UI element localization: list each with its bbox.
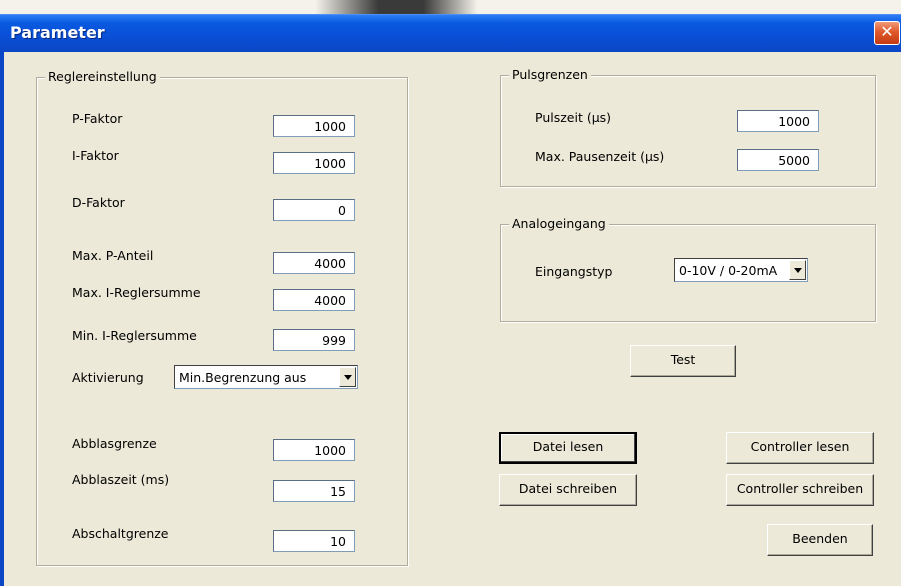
aktivierung-label: Aktivierung — [72, 370, 144, 385]
abblasgrenze-label: Abblasgrenze — [72, 436, 157, 451]
controller-schreiben-button[interactable]: Controller schreiben — [726, 474, 874, 506]
abschaltgrenze-input[interactable]: 10 — [273, 530, 355, 552]
max-p-anteil-label: Max. P-Anteil — [72, 248, 154, 263]
p-faktor-input[interactable]: 1000 — [273, 115, 355, 137]
max-pausenzeit-input[interactable]: 5000 — [737, 149, 819, 171]
datei-lesen-button[interactable]: Datei lesen — [499, 432, 637, 464]
eingangstyp-value: 0-10V / 0-20mA — [679, 263, 778, 278]
abblaszeit-label: Abblaszeit (ms) — [72, 472, 170, 487]
i-faktor-input[interactable]: 1000 — [273, 152, 355, 174]
close-x-icon: ✕ — [880, 22, 894, 41]
chevron-down-icon[interactable] — [339, 367, 356, 387]
window-title: Parameter — [10, 23, 105, 42]
datei-schreiben-button[interactable]: Datei schreiben — [499, 474, 637, 506]
eingangstyp-select[interactable]: 0-10V / 0-20mA — [674, 258, 808, 282]
min-i-reglersumme-input[interactable]: 999 — [273, 329, 355, 351]
reglereinstellung-label: Reglereinstellung — [45, 69, 160, 84]
analogeingang-label: Analogeingang — [509, 216, 609, 231]
title-bar[interactable]: Parameter ✕ — [0, 14, 901, 52]
abblasgrenze-input[interactable]: 1000 — [273, 439, 355, 461]
eingangstyp-label: Eingangstyp — [535, 264, 613, 279]
min-i-reglersumme-label: Min. I-Reglersumme — [72, 328, 197, 343]
pulszeit-label: Pulszeit (µs) — [535, 110, 612, 125]
aktivierung-select[interactable]: Min.Begrenzung aus — [174, 365, 358, 389]
d-faktor-input[interactable]: 0 — [273, 199, 355, 221]
chevron-down-icon[interactable] — [789, 260, 806, 280]
d-faktor-label: D-Faktor — [72, 195, 125, 210]
test-button[interactable]: Test — [630, 345, 736, 377]
max-i-reglersumme-label: Max. I-Reglersumme — [72, 285, 201, 300]
pulszeit-input[interactable]: 1000 — [737, 110, 819, 132]
pulsgrenzen-group: Pulsgrenzen — [500, 67, 876, 187]
controller-lesen-button[interactable]: Controller lesen — [726, 432, 874, 464]
aktivierung-value: Min.Begrenzung aus — [179, 370, 307, 385]
abschaltgrenze-label: Abschaltgrenze — [72, 526, 169, 541]
max-p-anteil-input[interactable]: 4000 — [273, 252, 355, 274]
close-button[interactable]: ✕ — [874, 21, 900, 45]
pulsgrenzen-label: Pulsgrenzen — [509, 67, 591, 82]
max-pausenzeit-label: Max. Pausenzeit (µs) — [535, 149, 665, 164]
window-border — [0, 52, 4, 586]
i-faktor-label: I-Faktor — [72, 148, 119, 163]
abblaszeit-input[interactable]: 15 — [273, 480, 355, 502]
background-strip — [0, 0, 901, 14]
max-i-reglersumme-input[interactable]: 4000 — [273, 289, 355, 311]
beenden-button[interactable]: Beenden — [767, 524, 873, 556]
p-faktor-label: P-Faktor — [72, 111, 123, 126]
